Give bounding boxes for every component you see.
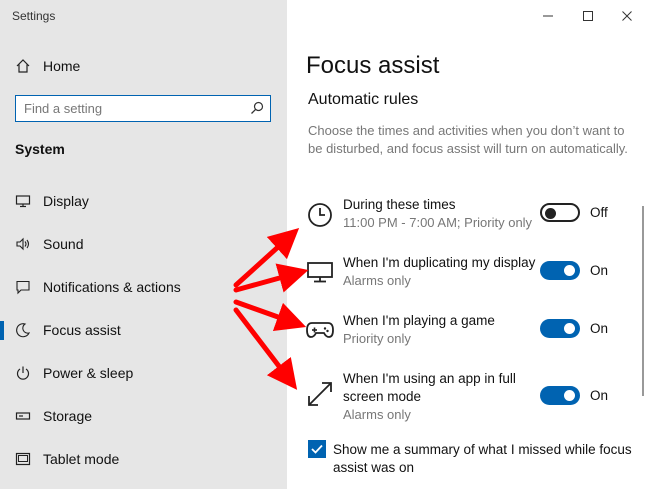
moon-icon: [14, 321, 32, 339]
sidebar-item-tablet-mode[interactable]: Tablet mode: [0, 440, 287, 478]
toggle-state-label: On: [590, 388, 609, 403]
display-icon: [307, 262, 333, 283]
rule-full-screen-app[interactable]: When I'm using an app in full screen mod…: [306, 370, 636, 425]
clock-icon: [308, 203, 332, 227]
monitor-icon: [14, 192, 32, 210]
rule-subtitle: Priority only: [343, 331, 411, 346]
rule-title: During these times: [343, 197, 456, 212]
fullscreen-icon: [308, 382, 332, 406]
toggle-full-screen-app[interactable]: [540, 386, 580, 405]
toggle-state-label: On: [590, 321, 609, 336]
minimize-icon: [543, 15, 553, 17]
rule-subtitle: 11:00 PM - 7:00 AM; Priority only: [343, 215, 533, 230]
rule-title-line-1: When I'm using an app in full: [343, 371, 516, 386]
sidebar-item-label: Home: [43, 58, 81, 74]
rule-duplicating-display[interactable]: When I'm duplicating my display Alarms o…: [306, 254, 636, 294]
storage-icon: [14, 407, 32, 425]
gamepad-icon: [306, 322, 334, 338]
rule-playing-game[interactable]: When I'm playing a game Priority only On: [306, 312, 636, 352]
scrollbar[interactable]: [642, 206, 644, 396]
toggle-during-these-times[interactable]: [540, 203, 580, 222]
app-title: Settings: [12, 9, 56, 23]
sidebar-item-focus-assist[interactable]: Focus assist: [0, 311, 287, 349]
rule-title-line-2: screen mode: [343, 389, 422, 404]
minimize-button[interactable]: [528, 5, 568, 27]
page-title: Focus assist: [306, 52, 440, 79]
sidebar-item-notifications[interactable]: Notifications & actions: [0, 268, 287, 306]
sidebar: Settings Home System Display Sound Notif…: [0, 0, 287, 489]
sidebar-item-label: Storage: [43, 408, 93, 424]
sidebar-item-label: Notifications & actions: [43, 279, 181, 295]
sidebar-item-label: Power & sleep: [43, 365, 134, 381]
automatic-rules-heading: Automatic rules: [308, 91, 419, 108]
power-icon: [14, 364, 32, 382]
sidebar-item-label: Focus assist: [43, 322, 121, 338]
sidebar-item-label: Display: [43, 193, 89, 209]
maximize-icon: [583, 11, 593, 21]
search-icon[interactable]: [250, 101, 264, 115]
rule-during-these-times[interactable]: During these times 11:00 PM - 7:00 AM; P…: [306, 196, 636, 236]
search-input[interactable]: [24, 99, 244, 118]
toggle-state-label: Off: [590, 205, 608, 220]
notification-icon: [14, 278, 32, 296]
rule-subtitle: Alarms only: [343, 407, 411, 422]
toggle-playing-game[interactable]: [540, 319, 580, 338]
rule-subtitle: Alarms only: [343, 273, 411, 288]
summary-checkbox-label: Show me a summary of what I missed while…: [333, 442, 632, 475]
sidebar-item-display[interactable]: Display: [0, 182, 287, 220]
search-box[interactable]: [15, 95, 271, 122]
home-icon: [14, 57, 32, 75]
rule-title: When I'm duplicating my display: [343, 255, 536, 270]
sidebar-item-label: Tablet mode: [43, 451, 120, 467]
sidebar-item-power-sleep[interactable]: Power & sleep: [0, 354, 287, 392]
rule-title: When I'm playing a game: [343, 313, 495, 328]
tablet-icon: [14, 450, 32, 468]
toggle-duplicating-display[interactable]: [540, 261, 580, 280]
summary-checkbox[interactable]: [308, 440, 326, 458]
sidebar-item-storage[interactable]: Storage: [0, 397, 287, 435]
speaker-icon: [14, 235, 32, 253]
maximize-button[interactable]: [568, 5, 608, 27]
sidebar-item-label: Sound: [43, 236, 84, 252]
toggle-state-label: On: [590, 263, 609, 278]
automatic-rules-description: Choose the times and activities when you…: [308, 123, 628, 156]
close-icon: [622, 11, 632, 21]
checkmark-icon: [311, 444, 323, 454]
sidebar-item-home[interactable]: Home: [0, 47, 287, 85]
close-button[interactable]: [607, 5, 647, 27]
sidebar-item-sound[interactable]: Sound: [0, 225, 287, 263]
section-header: System: [15, 141, 65, 157]
